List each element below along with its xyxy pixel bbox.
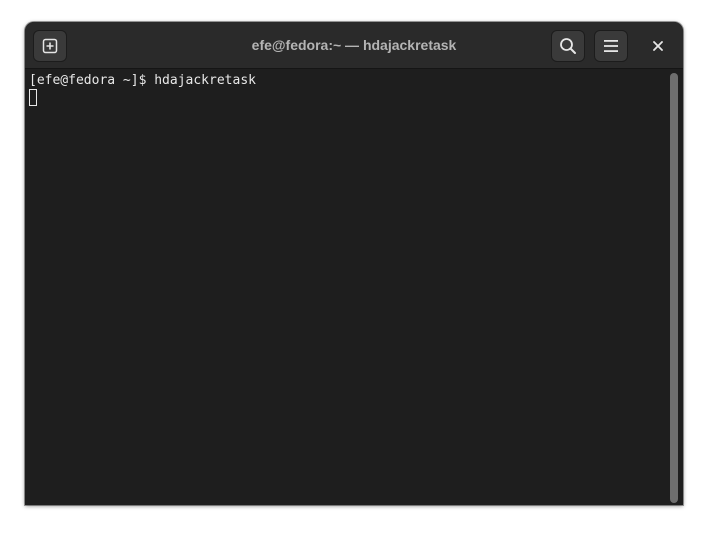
search-icon xyxy=(560,38,576,54)
search-button[interactable] xyxy=(551,30,585,62)
window-title: efe@fedora:~ — hdajackretask xyxy=(251,37,457,53)
headerbar: efe@fedora:~ — hdajackretask xyxy=(25,22,683,69)
main-menu-button[interactable] xyxy=(594,30,628,62)
new-tab-button[interactable] xyxy=(33,30,67,62)
scrollbar-thumb[interactable] xyxy=(670,73,678,503)
text-cursor xyxy=(29,89,37,106)
terminal-window: efe@fedora:~ — hdajackretask [efe@fedora… xyxy=(25,22,683,505)
terminal-area[interactable]: [efe@fedora ~]$ hdajackretask xyxy=(25,69,665,505)
terminal-line: [efe@fedora ~]$ hdajackretask xyxy=(29,73,256,88)
scrollbar[interactable] xyxy=(667,71,683,505)
hamburger-menu-icon xyxy=(604,40,618,52)
new-tab-icon xyxy=(42,38,58,54)
close-icon xyxy=(653,41,663,51)
close-button[interactable] xyxy=(645,34,671,58)
prompt-line xyxy=(29,89,661,106)
